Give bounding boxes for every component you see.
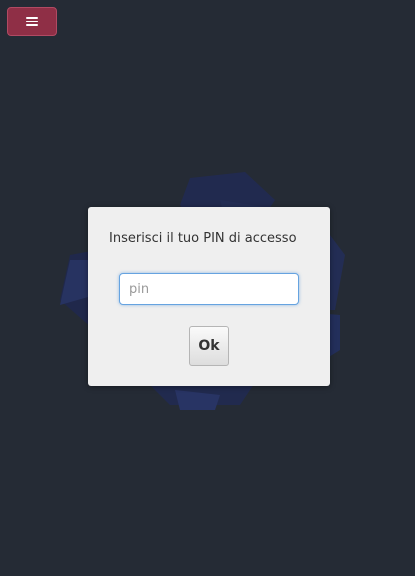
ok-button[interactable]: Ok [189,326,229,366]
pin-dialog: Inserisci il tuo PIN di accesso Ok [88,207,330,386]
pin-input[interactable] [119,273,299,305]
hamburger-icon [26,17,38,26]
dialog-title: Inserisci il tuo PIN di accesso [109,231,297,246]
app-page: Inserisci il tuo PIN di accesso Ok [0,0,415,576]
menu-button[interactable] [7,7,57,36]
